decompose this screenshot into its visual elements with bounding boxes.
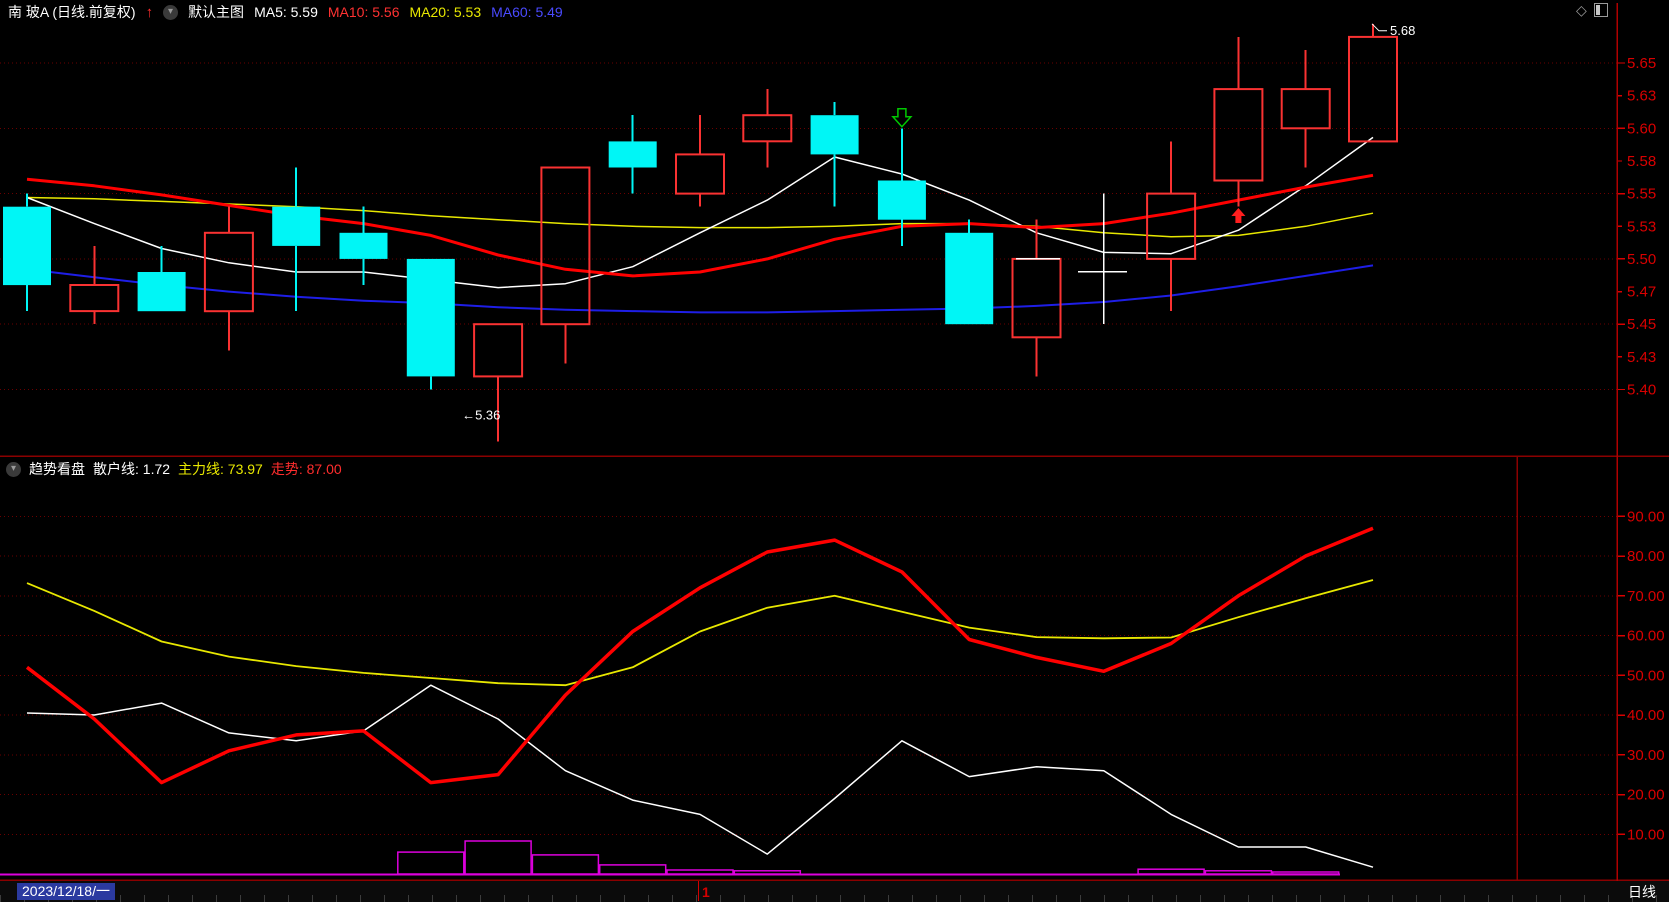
candle-up [540,166,591,326]
volume-energy-bar [531,854,600,875]
volume-energy-bar [464,840,532,875]
main-force-line-value: 主力线: 73.97 [178,461,263,477]
candle-down [3,206,51,286]
candle-down [945,232,994,325]
price-axis-label: 5.58 [1627,153,1656,170]
diamond-icon[interactable]: ◇ [1576,3,1587,17]
ma10-label: MA10: 5.56 [327,4,400,20]
price-axis-label: 5.40 [1627,382,1656,399]
period-selector[interactable]: 日线 [1628,882,1656,902]
candle-up [1348,35,1398,143]
indicator-axis-label: 70.00 [1627,588,1665,605]
price-axis-label: 5.60 [1627,120,1656,137]
indicator-axis-label: 20.00 [1627,787,1665,804]
price-axis-label: 5.53 [1627,218,1656,235]
stock-app-window: 南 玻A (日线.前复权) ↑ ▾ 默认主图 MA5: 5.59 MA10: 5… [0,0,1669,902]
indicator-axis-label: 90.00 [1627,508,1665,525]
annotation-pointer [1371,23,1387,32]
candle-down [810,115,859,155]
ma5-label: MA5: 5.59 [254,4,318,20]
price-axis-label: 5.55 [1627,186,1656,203]
buy-signal-arrow-icon [1231,207,1246,223]
ma20-label: MA20: 5.53 [409,4,482,20]
volume-energy-bar [1137,868,1205,875]
indicator-line-走势 [25,526,1374,785]
timeline-bar[interactable]: 2023/12/18/一 1 日线 [0,881,1669,902]
indicator-axis-label: 50.00 [1627,667,1665,684]
price-axis-label: 5.65 [1627,55,1656,72]
main-chart-header: 南 玻A (日线.前复权) ↑ ▾ 默认主图 MA5: 5.59 MA10: 5… [0,0,1669,24]
ma60-label: MA60: 5.49 [491,4,563,20]
candle-up [1011,257,1062,339]
chevron-down-icon[interactable]: ▾ [163,4,179,20]
candle-up [1280,88,1331,130]
price-axis-label: 5.63 [1627,88,1656,105]
indicator-axis-label: 10.00 [1627,826,1665,843]
candle-up [675,153,725,195]
candle-down [272,206,321,246]
candle-down [877,180,926,220]
candle-up [473,323,524,378]
price-axis-label: 5.43 [1627,349,1656,366]
volume-energy-bar [598,864,667,875]
timeline-marker: 1 [698,881,710,901]
indicator-header: ▾ 趋势看盘 散户线: 1.72 主力线: 73.97 走势: 87.00 [6,459,342,479]
trend-value: 走势: 87.00 [270,461,342,477]
price-axis-label: 5.50 [1627,251,1656,268]
sell-signal-arrow-icon [891,107,913,128]
price-up-arrow-icon: ↑ [145,3,154,21]
indicator-axis-label: 60.00 [1627,628,1665,645]
price-annotation: 5.68 [1390,23,1415,38]
volume-energy-bar [397,851,465,875]
indicator-line-散户线 [26,684,1374,868]
retail-line-value: 散户线: 1.72 [93,461,171,477]
chevron-down-icon[interactable]: ▾ [6,461,21,477]
overlay-indicator-label: 默认主图 [188,4,245,20]
candle-up [1146,192,1197,260]
price-annotation: ←5.36 [462,408,500,423]
stock-title: 南 玻A (日线.前复权) [8,4,136,20]
candle-down [137,272,186,312]
candle-up [1213,88,1264,182]
indicator-axis-label: 80.00 [1627,548,1665,565]
price-axis-label: 5.45 [1627,316,1656,333]
candle-up [69,284,120,313]
date-label: 2023/12/18/一 [17,883,115,900]
indicator-axis-label: 30.00 [1627,747,1665,764]
indicator-name: 趋势看盘 [29,461,85,477]
split-view-icon[interactable] [1593,3,1608,17]
timeline-ticks [0,895,1669,902]
chart-canvas[interactable]: 5.65 5.63 5.60 5.58 5.55 5.53 5.50 5.47 5.45 5.43… [0,0,1669,902]
candle-down [608,141,657,168]
window-controls: ◇ [1576,3,1608,17]
candle-down [406,258,455,377]
volume-energy-bar [666,869,734,875]
price-axis-label: 5.47 [1627,284,1656,301]
candle-up [203,231,254,313]
candle-down [339,232,388,259]
indicator-axis-label: 40.00 [1627,707,1665,724]
